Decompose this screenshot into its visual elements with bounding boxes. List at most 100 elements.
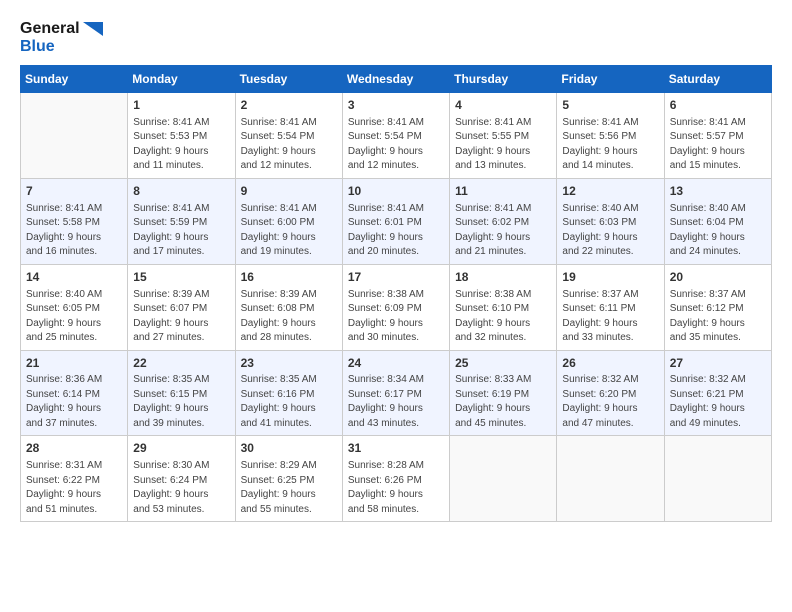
calendar-table: SundayMondayTuesdayWednesdayThursdayFrid…: [20, 65, 772, 522]
day-info: Sunrise: 8:28 AM Sunset: 6:26 PM Dayligh…: [348, 459, 444, 517]
calendar-day-cell: 18Sunrise: 8:38 AM Sunset: 6:10 PM Dayli…: [450, 264, 557, 350]
calendar-day-cell: 3Sunrise: 8:41 AM Sunset: 5:54 PM Daylig…: [342, 93, 449, 179]
calendar-day-cell: 24Sunrise: 8:34 AM Sunset: 6:17 PM Dayli…: [342, 350, 449, 436]
day-number: 13: [670, 183, 766, 200]
weekday-header: Tuesday: [235, 66, 342, 93]
day-info: Sunrise: 8:30 AM Sunset: 6:24 PM Dayligh…: [133, 459, 229, 517]
day-info: Sunrise: 8:41 AM Sunset: 6:02 PM Dayligh…: [455, 202, 551, 260]
day-info: Sunrise: 8:41 AM Sunset: 5:55 PM Dayligh…: [455, 116, 551, 174]
weekday-header: Sunday: [21, 66, 128, 93]
weekday-header: Wednesday: [342, 66, 449, 93]
weekday-header: Thursday: [450, 66, 557, 93]
day-number: 1: [133, 97, 229, 114]
day-number: 23: [241, 355, 337, 372]
day-number: 26: [562, 355, 658, 372]
day-number: 31: [348, 440, 444, 457]
calendar-day-cell: 23Sunrise: 8:35 AM Sunset: 6:16 PM Dayli…: [235, 350, 342, 436]
page-header: General Blue: [20, 20, 772, 55]
calendar-day-cell: 30 Sunrise: 8:29 AM Sunset: 6:25 PM Dayli…: [235, 436, 342, 522]
day-number: 27: [670, 355, 766, 372]
calendar-header-row: SundayMondayTuesdayWednesdayThursdayFrid…: [21, 66, 772, 93]
day-number: 19: [562, 269, 658, 286]
calendar-day-cell: 26Sunrise: 8:32 AM Sunset: 6:20 PM Dayli…: [557, 350, 664, 436]
calendar-week-row: 1 Sunrise: 8:41 AM Sunset: 5:53 PM Daylig…: [21, 93, 772, 179]
calendar-day-cell: 16 Sunrise: 8:39 AM Sunset: 6:08 PM Dayli…: [235, 264, 342, 350]
logo: General Blue: [20, 20, 103, 55]
day-number: 20: [670, 269, 766, 286]
calendar-day-cell: 29 Sunrise: 8:30 AM Sunset: 6:24 PM Dayli…: [128, 436, 235, 522]
calendar-day-cell: 7Sunrise: 8:41 AM Sunset: 5:58 PM Daylig…: [21, 178, 128, 264]
day-info: Sunrise: 8:32 AM Sunset: 6:20 PM Dayligh…: [562, 373, 658, 431]
day-info: Sunrise: 8:41 AM Sunset: 5:58 PM Dayligh…: [26, 202, 122, 260]
day-info: Sunrise: 8:29 AM Sunset: 6:25 PM Dayligh…: [241, 459, 337, 517]
day-number: 12: [562, 183, 658, 200]
day-info: Sunrise: 8:34 AM Sunset: 6:17 PM Dayligh…: [348, 373, 444, 431]
day-info: Sunrise: 8:41 AM Sunset: 5:59 PM Dayligh…: [133, 202, 229, 260]
calendar-day-cell: [21, 93, 128, 179]
day-info: Sunrise: 8:41 AM Sunset: 5:54 PM Dayligh…: [348, 116, 444, 174]
weekday-header: Monday: [128, 66, 235, 93]
calendar-day-cell: 27Sunrise: 8:32 AM Sunset: 6:21 PM Dayli…: [664, 350, 771, 436]
calendar-day-cell: 25Sunrise: 8:33 AM Sunset: 6:19 PM Dayli…: [450, 350, 557, 436]
calendar-week-row: 14 Sunrise: 8:40 AM Sunset: 6:05 PM Dayli…: [21, 264, 772, 350]
day-info: Sunrise: 8:41 AM Sunset: 5:57 PM Dayligh…: [670, 116, 766, 174]
logo-svg: General Blue: [20, 20, 103, 55]
day-info: Sunrise: 8:41 AM Sunset: 5:53 PM Dayligh…: [133, 116, 229, 174]
calendar-day-cell: [557, 436, 664, 522]
calendar-day-cell: 11Sunrise: 8:41 AM Sunset: 6:02 PM Dayli…: [450, 178, 557, 264]
day-number: 28: [26, 440, 122, 457]
calendar-day-cell: 8 Sunrise: 8:41 AM Sunset: 5:59 PM Daylig…: [128, 178, 235, 264]
day-info: Sunrise: 8:41 AM Sunset: 6:01 PM Dayligh…: [348, 202, 444, 260]
day-number: 4: [455, 97, 551, 114]
day-number: 2: [241, 97, 337, 114]
day-number: 16: [241, 269, 337, 286]
calendar-day-cell: 21Sunrise: 8:36 AM Sunset: 6:14 PM Dayli…: [21, 350, 128, 436]
day-number: 21: [26, 355, 122, 372]
calendar-day-cell: 20 Sunrise: 8:37 AM Sunset: 6:12 PM Dayli…: [664, 264, 771, 350]
calendar-day-cell: 2 Sunrise: 8:41 AM Sunset: 5:54 PM Daylig…: [235, 93, 342, 179]
calendar-day-cell: 28 Sunrise: 8:31 AM Sunset: 6:22 PM Dayli…: [21, 436, 128, 522]
day-info: Sunrise: 8:39 AM Sunset: 6:08 PM Dayligh…: [241, 288, 337, 346]
calendar-day-cell: 6 Sunrise: 8:41 AM Sunset: 5:57 PM Daylig…: [664, 93, 771, 179]
calendar-week-row: 21Sunrise: 8:36 AM Sunset: 6:14 PM Dayli…: [21, 350, 772, 436]
calendar-week-row: 28 Sunrise: 8:31 AM Sunset: 6:22 PM Dayli…: [21, 436, 772, 522]
day-number: 22: [133, 355, 229, 372]
calendar-day-cell: 5Sunrise: 8:41 AM Sunset: 5:56 PM Daylig…: [557, 93, 664, 179]
day-number: 15: [133, 269, 229, 286]
day-info: Sunrise: 8:37 AM Sunset: 6:11 PM Dayligh…: [562, 288, 658, 346]
day-info: Sunrise: 8:38 AM Sunset: 6:09 PM Dayligh…: [348, 288, 444, 346]
day-number: 30: [241, 440, 337, 457]
calendar-day-cell: 22Sunrise: 8:35 AM Sunset: 6:15 PM Dayli…: [128, 350, 235, 436]
calendar-day-cell: 9 Sunrise: 8:41 AM Sunset: 6:00 PM Daylig…: [235, 178, 342, 264]
day-number: 29: [133, 440, 229, 457]
day-info: Sunrise: 8:32 AM Sunset: 6:21 PM Dayligh…: [670, 373, 766, 431]
calendar-day-cell: 10 Sunrise: 8:41 AM Sunset: 6:01 PM Dayli…: [342, 178, 449, 264]
day-info: Sunrise: 8:38 AM Sunset: 6:10 PM Dayligh…: [455, 288, 551, 346]
day-info: Sunrise: 8:36 AM Sunset: 6:14 PM Dayligh…: [26, 373, 122, 431]
day-info: Sunrise: 8:35 AM Sunset: 6:16 PM Dayligh…: [241, 373, 337, 431]
day-info: Sunrise: 8:41 AM Sunset: 6:00 PM Dayligh…: [241, 202, 337, 260]
calendar-day-cell: 19 Sunrise: 8:37 AM Sunset: 6:11 PM Dayli…: [557, 264, 664, 350]
calendar-day-cell: 17 Sunrise: 8:38 AM Sunset: 6:09 PM Dayli…: [342, 264, 449, 350]
calendar-day-cell: 12 Sunrise: 8:40 AM Sunset: 6:03 PM Dayli…: [557, 178, 664, 264]
day-number: 6: [670, 97, 766, 114]
day-info: Sunrise: 8:31 AM Sunset: 6:22 PM Dayligh…: [26, 459, 122, 517]
calendar-day-cell: [450, 436, 557, 522]
day-number: 24: [348, 355, 444, 372]
day-number: 17: [348, 269, 444, 286]
day-number: 10: [348, 183, 444, 200]
day-info: Sunrise: 8:37 AM Sunset: 6:12 PM Dayligh…: [670, 288, 766, 346]
logo-general: General: [20, 20, 103, 38]
calendar-day-cell: [664, 436, 771, 522]
day-number: 5: [562, 97, 658, 114]
calendar-day-cell: 4 Sunrise: 8:41 AM Sunset: 5:55 PM Daylig…: [450, 93, 557, 179]
calendar-week-row: 7Sunrise: 8:41 AM Sunset: 5:58 PM Daylig…: [21, 178, 772, 264]
day-info: Sunrise: 8:41 AM Sunset: 5:54 PM Dayligh…: [241, 116, 337, 174]
day-number: 9: [241, 183, 337, 200]
calendar-day-cell: 15Sunrise: 8:39 AM Sunset: 6:07 PM Dayli…: [128, 264, 235, 350]
day-info: Sunrise: 8:40 AM Sunset: 6:05 PM Dayligh…: [26, 288, 122, 346]
day-number: 14: [26, 269, 122, 286]
day-number: 8: [133, 183, 229, 200]
day-info: Sunrise: 8:40 AM Sunset: 6:03 PM Dayligh…: [562, 202, 658, 260]
calendar-day-cell: 31 Sunrise: 8:28 AM Sunset: 6:26 PM Dayli…: [342, 436, 449, 522]
